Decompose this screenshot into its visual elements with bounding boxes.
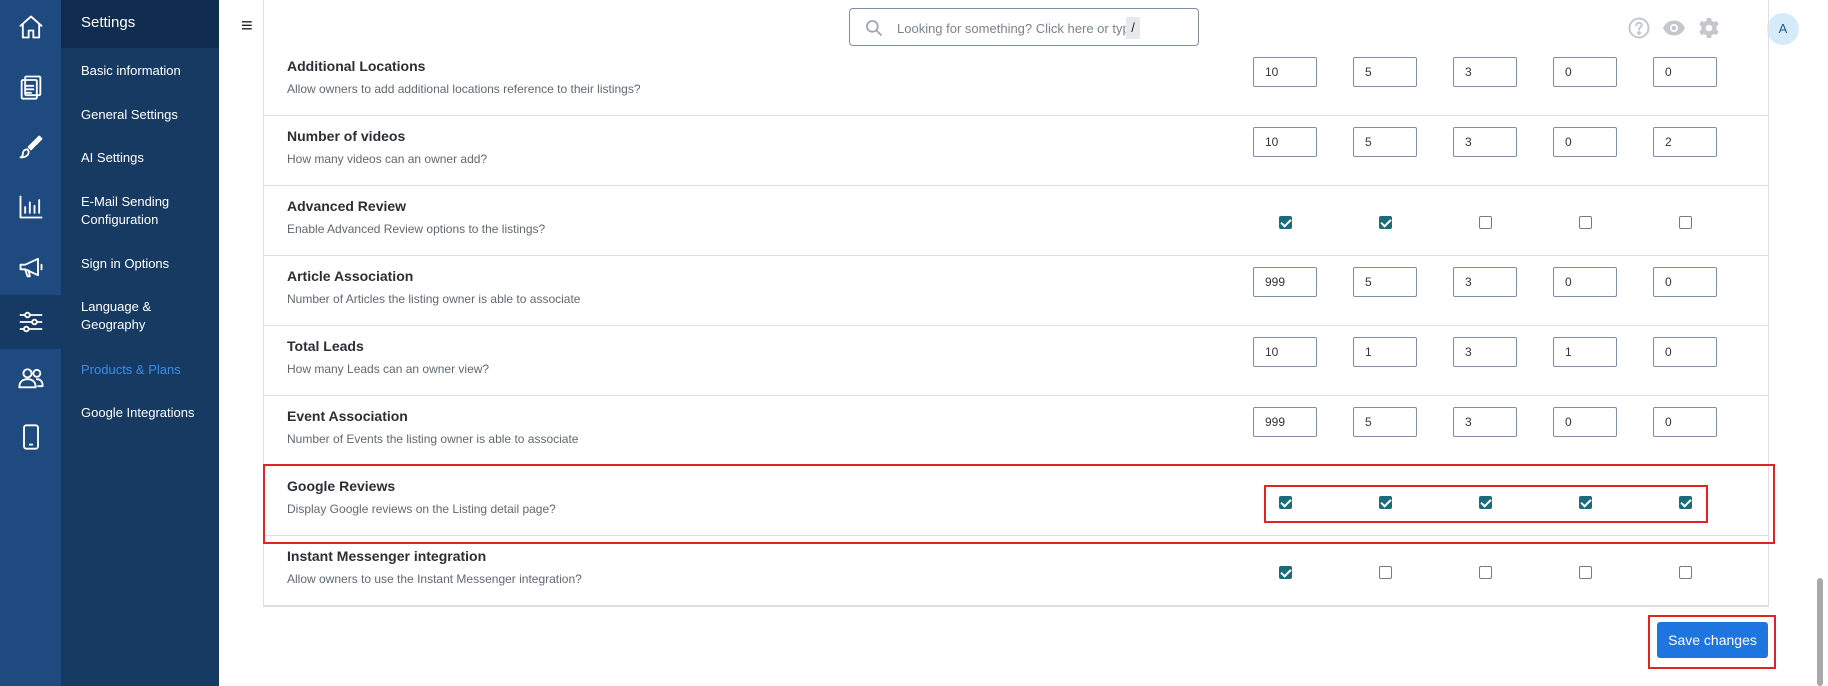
menu-item-email-sending-configuration[interactable]: E-Mail Sending Configuration — [81, 193, 211, 229]
feature-description: Number of Articles the listing owner is … — [287, 292, 581, 306]
feature-title: Total Leads — [287, 338, 364, 354]
feature-row-additional-locations: Additional Locations Allow owners to add… — [263, 46, 1769, 116]
feature-description: Enable Advanced Review options to the li… — [287, 222, 546, 236]
plan-3-value-input[interactable] — [1453, 337, 1517, 367]
feature-title: Event Association — [287, 408, 408, 424]
plan-3-value-input[interactable] — [1453, 57, 1517, 87]
feature-row-instant-messenger-integration: Instant Messenger integration Allow owne… — [263, 536, 1769, 606]
plan-5-value-input[interactable] — [1653, 127, 1717, 157]
menu-item-sign-in-options[interactable]: Sign in Options — [81, 255, 211, 273]
feature-row-article-association: Article Association Number of Articles t… — [263, 256, 1769, 326]
plan-4-value-input[interactable] — [1553, 57, 1617, 87]
feature-title: Advanced Review — [287, 198, 407, 214]
menu-item-google-integrations[interactable]: Google Integrations — [81, 404, 211, 422]
feature-row-number-of-videos: Number of videos How many videos can an … — [263, 116, 1769, 186]
home-icon[interactable] — [0, 0, 61, 54]
plan-1-value-input[interactable] — [1253, 407, 1317, 437]
feature-title: Instant Messenger integration — [287, 548, 487, 564]
plan-3-value-input[interactable] — [1453, 407, 1517, 437]
hamburger-menu-icon[interactable]: ≡ — [241, 16, 253, 36]
plan-5-value-input[interactable] — [1653, 57, 1717, 87]
page-scrollbar[interactable] — [1817, 578, 1823, 686]
plan-1-value-input[interactable] — [1253, 127, 1317, 157]
feature-description: Number of Events the listing owner is ab… — [287, 432, 579, 446]
highlight-google-reviews-checkboxes — [1264, 485, 1708, 523]
settings-menu: Settings Basic information General Setti… — [61, 0, 219, 686]
menu-item-basic-information[interactable]: Basic information — [81, 62, 211, 80]
plan-3-value-input[interactable] — [1453, 127, 1517, 157]
plan-1-checkbox[interactable] — [1279, 566, 1292, 579]
feature-row-total-leads: Total Leads How many Leads can an owner … — [263, 326, 1769, 396]
menu-item-general-settings[interactable]: General Settings — [81, 106, 211, 124]
plan-5-value-input[interactable] — [1653, 407, 1717, 437]
feature-description: How many Leads can an owner view? — [287, 362, 490, 376]
plan-2-value-input[interactable] — [1353, 267, 1417, 297]
bar-chart-icon[interactable] — [0, 180, 61, 234]
plan-4-checkbox[interactable] — [1579, 216, 1592, 229]
menu-title: Settings — [61, 0, 219, 48]
megaphone-icon[interactable] — [0, 240, 61, 294]
plan-1-value-input[interactable] — [1253, 57, 1317, 87]
plan-3-checkbox[interactable] — [1479, 216, 1492, 229]
feature-row-event-association: Event Association Number of Events the l… — [263, 396, 1769, 466]
menu-item-ai-settings[interactable]: AI Settings — [81, 149, 211, 167]
brush-icon[interactable] — [0, 120, 61, 174]
icon-rail — [0, 0, 61, 686]
plan-1-checkbox[interactable] — [1279, 216, 1292, 229]
plan-2-value-input[interactable] — [1353, 127, 1417, 157]
plan-1-value-input[interactable] — [1253, 337, 1317, 367]
plan-3-checkbox[interactable] — [1479, 566, 1492, 579]
plan-4-checkbox[interactable] — [1579, 566, 1592, 579]
plan-2-value-input[interactable] — [1353, 337, 1417, 367]
plan-2-value-input[interactable] — [1353, 407, 1417, 437]
plan-2-value-input[interactable] — [1353, 57, 1417, 87]
plan-2-checkbox[interactable] — [1379, 566, 1392, 579]
user-avatar[interactable]: A — [1767, 13, 1799, 45]
menu-item-products-plans[interactable]: Products & Plans — [81, 361, 211, 379]
feature-title: Article Association — [287, 268, 414, 284]
plan-5-checkbox[interactable] — [1679, 216, 1692, 229]
feature-title: Number of videos — [287, 128, 406, 144]
plan-4-value-input[interactable] — [1553, 337, 1617, 367]
plan-4-value-input[interactable] — [1553, 267, 1617, 297]
mobile-icon[interactable] — [0, 410, 61, 464]
plan-4-value-input[interactable] — [1553, 127, 1617, 157]
feature-title: Additional Locations — [287, 58, 426, 74]
plan-5-checkbox[interactable] — [1679, 566, 1692, 579]
plan-2-checkbox[interactable] — [1379, 216, 1392, 229]
users-icon[interactable] — [0, 351, 61, 405]
feature-description: Allow owners to use the Instant Messenge… — [287, 572, 582, 586]
plan-5-value-input[interactable] — [1653, 337, 1717, 367]
menu-item-language-geography[interactable]: Language & Geography — [81, 298, 211, 334]
feature-row-advanced-review: Advanced Review Enable Advanced Review o… — [263, 186, 1769, 256]
documents-icon[interactable] — [0, 60, 61, 114]
plan-3-value-input[interactable] — [1453, 267, 1517, 297]
save-changes-button[interactable]: Save changes — [1657, 622, 1768, 658]
plan-1-value-input[interactable] — [1253, 267, 1317, 297]
plan-5-value-input[interactable] — [1653, 267, 1717, 297]
plan-4-value-input[interactable] — [1553, 407, 1617, 437]
sliders-icon[interactable] — [0, 295, 61, 349]
feature-description: How many videos can an owner add? — [287, 152, 488, 166]
feature-description: Allow owners to add additional locations… — [287, 82, 641, 96]
